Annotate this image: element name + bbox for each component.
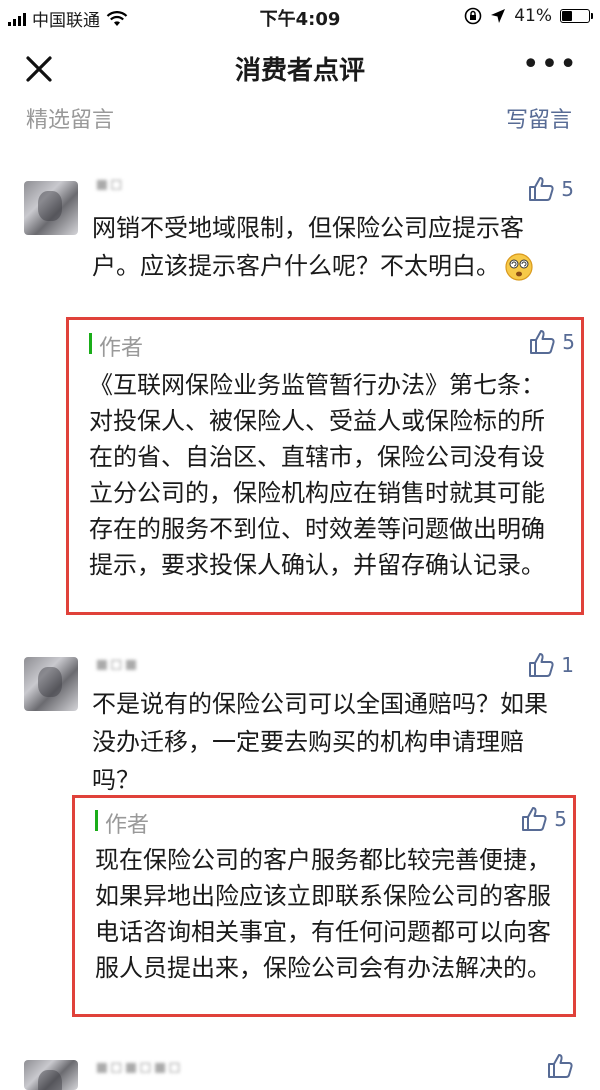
- comment-body: 网销不受地域限制，但保险公司应提示客户。应该提示客户什么呢？不太明白。: [92, 214, 524, 280]
- comment-text: 不是说有的保险公司可以全国通赔吗？如果没办迁移，一定要去购买的机构申请理赔吗？: [92, 690, 548, 794]
- section-title: 精选留言: [26, 108, 115, 133]
- more-dots-icon[interactable]: •••: [522, 50, 578, 80]
- write-comment-button[interactable]: 写留言: [506, 102, 572, 134]
- section-header: 精选留言 写留言: [0, 100, 600, 136]
- comment-text: 网销不受地域限制，但保险公司应提示客户。应该提示客户什么呢？不太明白。: [92, 209, 562, 285]
- reply-like-button[interactable]: 5: [528, 328, 575, 356]
- author-reply-highlight: 作者 5 现在保险公司的客户服务都比较完善便捷，如果异地出险应该立即联系保险公司…: [72, 795, 576, 1017]
- thumbs-up-icon: [522, 807, 547, 831]
- nickname-blurred: ▪▫▪▫▪▫: [95, 1054, 183, 1078]
- nickname-blurred: ▪▫: [95, 171, 125, 195]
- reply-like-count: 5: [554, 807, 567, 831]
- nav-bar: 消费者点评 •••: [0, 34, 600, 100]
- rotation-lock-icon: [464, 7, 482, 25]
- location-arrow-icon: [491, 9, 506, 23]
- like-button[interactable]: 5: [527, 175, 574, 203]
- reply-text: 《互联网保险业务监管暂行办法》第七条：对投保人、被保险人、受益人或保险标的所在的…: [89, 371, 545, 579]
- close-icon[interactable]: [22, 52, 56, 86]
- like-button[interactable]: 1: [527, 651, 574, 679]
- like-count: 5: [561, 177, 574, 201]
- thumbs-up-icon: [548, 1054, 573, 1078]
- dizzy-face-emoji-icon: [505, 253, 533, 281]
- battery-percent: 41%: [514, 6, 552, 26]
- like-count: 1: [561, 653, 574, 677]
- author-label: 作者: [95, 807, 149, 839]
- status-right-group: 41%: [464, 6, 593, 26]
- reply-like-button[interactable]: 5: [520, 805, 567, 833]
- avatar[interactable]: [24, 657, 78, 711]
- page-title: 消费者点评: [234, 56, 365, 86]
- reply-text: 现在保险公司的客户服务都比较完善便捷，如果异地出险应该立即联系保险公司的客服电话…: [95, 846, 551, 982]
- battery-icon: [560, 9, 593, 23]
- thumbs-up-icon: [529, 653, 554, 677]
- thumbs-up-icon: [530, 330, 555, 354]
- author-label: 作者: [89, 330, 143, 362]
- reply-like-count: 5: [562, 330, 575, 354]
- nickname-blurred: ▪▫▪: [95, 651, 139, 675]
- avatar[interactable]: [24, 181, 78, 235]
- status-bar: 中国联通 下午4:09 41%: [0, 0, 600, 34]
- avatar[interactable]: [24, 1060, 78, 1090]
- like-button[interactable]: [546, 1052, 574, 1080]
- thumbs-up-icon: [529, 177, 554, 201]
- author-reply-highlight: 作者 5 《互联网保险业务监管暂行办法》第七条：对投保人、被保险人、受益人或保险…: [66, 317, 584, 615]
